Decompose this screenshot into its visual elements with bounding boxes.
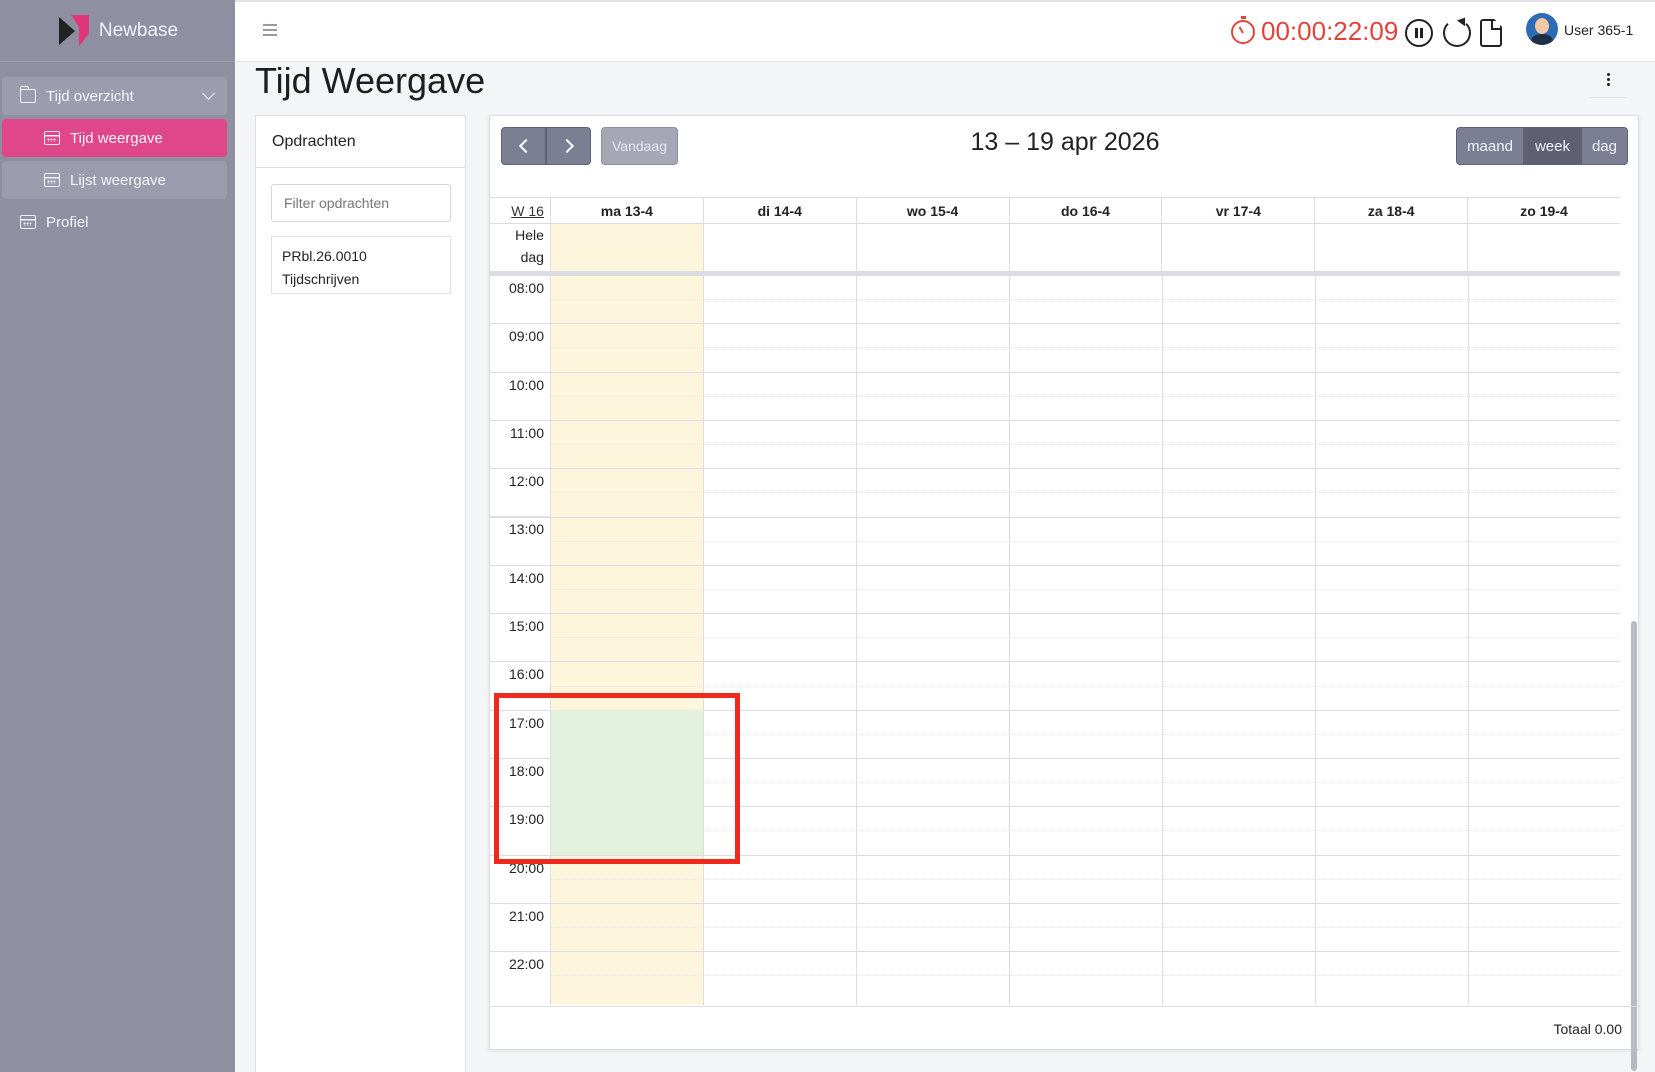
sidebar-nav: Tijd overzicht Tijd weergave Lijst weerg…: [0, 62, 235, 241]
view-switcher: maand week dag: [1456, 127, 1628, 165]
time-slot-label: 12:00: [490, 468, 550, 516]
page-title: Tijd Weergave: [255, 60, 486, 101]
sidebar-item-label: Tijd weergave: [70, 129, 163, 147]
day-column[interactable]: [490, 275, 1620, 1005]
sidebar-item-lijst-weergave[interactable]: Lijst weergave: [2, 161, 227, 199]
document-icon[interactable]: [1480, 19, 1502, 47]
sidebar-item-label: Lijst weergave: [70, 171, 166, 189]
all-day-cell[interactable]: [1161, 224, 1314, 271]
day-column[interactable]: [856, 275, 1009, 1005]
sidebar-item-tijd-weergave[interactable]: Tijd weergave: [2, 119, 227, 157]
calendar-icon: [20, 215, 36, 229]
calendar: Vandaag 13 – 19 apr 2026 maand week dag …: [489, 115, 1640, 1071]
newbase-logo-icon: [57, 14, 89, 47]
calendar-icon: [44, 131, 60, 145]
time-axis: 08:00 09:00 10:00 11:00 12:00 13:00 14:00 15:00…: [490, 275, 550, 999]
day-header[interactable]: za 18-4: [1314, 198, 1467, 223]
task-item[interactable]: PRbl.26.0010 Tijdschrijven: [271, 236, 451, 294]
time-slot-label: 09:00: [490, 323, 550, 371]
all-day-cell[interactable]: [1008, 224, 1162, 271]
day-header[interactable]: vr 17-4: [1161, 198, 1314, 223]
calendar-scrollbar[interactable]: [1629, 211, 1638, 1071]
filter-input[interactable]: [271, 184, 451, 222]
menu-toggle-icon[interactable]: [263, 24, 277, 36]
time-slot-label: 11:00: [490, 419, 550, 468]
sidebar-item-label: Profiel: [46, 213, 89, 231]
stopwatch-icon: [1231, 15, 1255, 44]
all-day-label: Hele dag: [490, 224, 550, 271]
view-month-button[interactable]: maand: [1456, 127, 1524, 165]
task-name: Tijdschrijven: [282, 271, 360, 287]
time-slot-label: 15:00: [490, 613, 550, 661]
sidebar-item-label: Tijd overzicht: [46, 87, 134, 105]
all-day-label-line: dag: [520, 249, 544, 265]
week-grid: W 16 ma 13-4 di 14-4 wo 15-4 do 16-4 vr …: [490, 197, 1620, 1005]
all-day-cell[interactable]: [702, 224, 856, 271]
more-options-icon[interactable]: [1590, 70, 1626, 98]
week-number[interactable]: W 16: [490, 198, 550, 223]
sidebar-item-tijd-overzicht[interactable]: Tijd overzicht: [2, 77, 227, 115]
view-week-button[interactable]: week: [1523, 127, 1581, 165]
time-slot-label: 13:00: [490, 516, 550, 564]
app-name: Newbase: [98, 19, 179, 41]
scrollbar-thumb[interactable]: [1631, 621, 1637, 1071]
calendar-icon: [44, 173, 60, 187]
time-slot-label: 14:00: [490, 564, 550, 613]
all-day-row: Hele dag: [490, 224, 1620, 275]
all-day-cell[interactable]: [1467, 224, 1620, 271]
time-slot-label: 22:00: [490, 951, 550, 999]
user-name[interactable]: User 365-1: [1564, 22, 1633, 38]
day-header-row: W 16 ma 13-4 di 14-4 wo 15-4 do 16-4 vr …: [490, 197, 1620, 224]
day-header[interactable]: wo 15-4: [855, 198, 1009, 223]
calendar-footer: Totaal 0.00: [490, 1006, 1640, 1050]
sidebar-item-profiel[interactable]: Profiel: [2, 203, 227, 241]
avatar[interactable]: [1526, 13, 1558, 45]
view-day-button[interactable]: dag: [1580, 127, 1628, 165]
time-grid: 08:00 09:00 10:00 11:00 12:00 13:00 14:00 15:00…: [490, 275, 1620, 1005]
timer-value: 00:00:22:09: [1261, 16, 1399, 46]
day-columns: [490, 275, 1620, 1005]
all-day-cell[interactable]: [855, 224, 1009, 271]
folder-icon: [20, 86, 36, 103]
all-day-cell[interactable]: [1314, 224, 1467, 271]
day-column[interactable]: [1009, 275, 1162, 1005]
day-column[interactable]: [703, 275, 856, 1005]
day-column[interactable]: [1468, 275, 1620, 1005]
top-bar: 00:00:22:09 User 365-1: [235, 0, 1655, 62]
sidebar: Newbase Tijd overzicht Tijd weergave Lij…: [0, 0, 235, 1072]
total-hours: Totaal 0.00: [1553, 1021, 1623, 1037]
timer: 00:00:22:09: [1231, 15, 1399, 47]
panel-title: Opdrachten: [256, 116, 465, 168]
day-column[interactable]: [1162, 275, 1315, 1005]
day-header[interactable]: di 14-4: [702, 198, 856, 223]
day-header[interactable]: do 16-4: [1008, 198, 1162, 223]
opdrachten-panel: Opdrachten PRbl.26.0010 Tijdschrijven: [255, 115, 466, 1072]
day-header[interactable]: ma 13-4: [549, 198, 703, 223]
selection-highlight-box: [494, 692, 740, 864]
day-header[interactable]: zo 19-4: [1467, 198, 1620, 223]
all-day-label-line: Hele: [515, 227, 544, 243]
task-code: PRbl.26.0010: [282, 248, 367, 264]
chevron-down-icon: [202, 87, 215, 100]
brand[interactable]: Newbase: [0, 0, 235, 62]
time-slot-label: 21:00: [490, 902, 550, 951]
time-slot-label: 10:00: [490, 371, 550, 420]
pause-icon[interactable]: [1405, 19, 1433, 47]
refresh-icon[interactable]: [1443, 19, 1471, 47]
day-column[interactable]: [1315, 275, 1468, 1005]
all-day-cell[interactable]: [549, 224, 703, 271]
time-slot-label: 08:00: [490, 275, 550, 323]
